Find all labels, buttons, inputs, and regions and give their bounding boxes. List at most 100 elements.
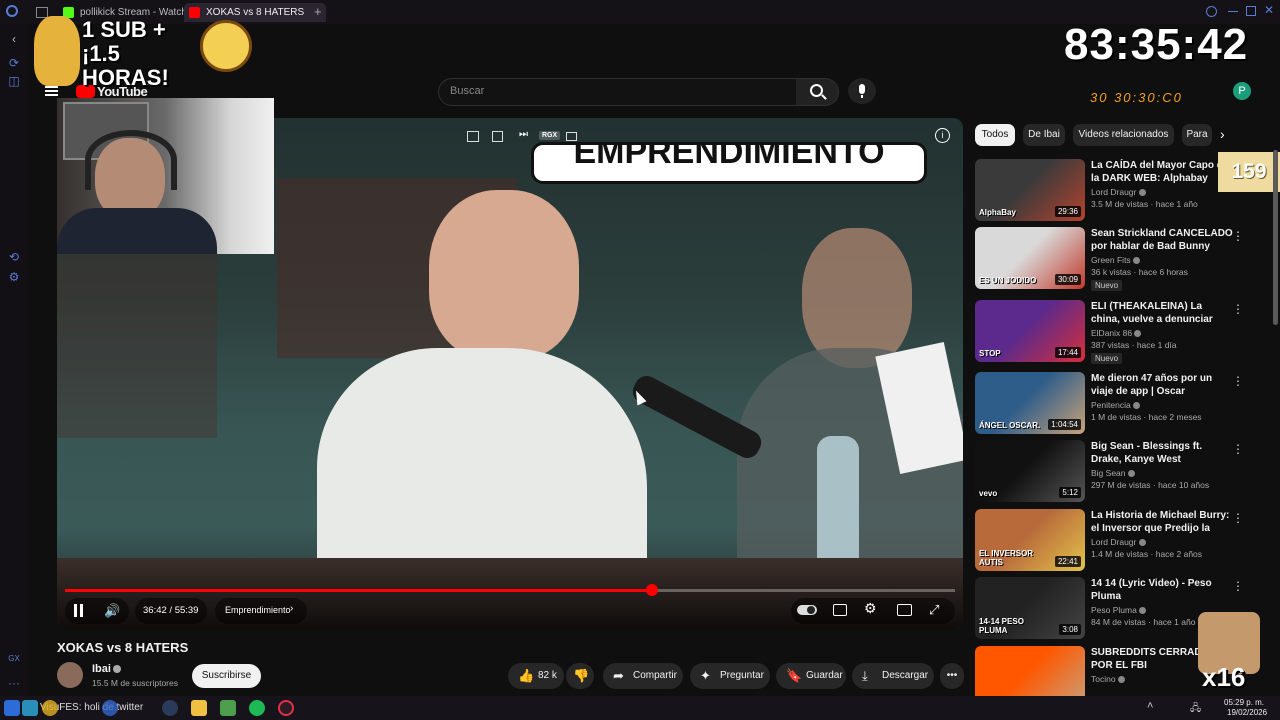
mascot-icon (34, 16, 80, 86)
recommendation-title[interactable]: Sean Strickland CANCELADO por hablar de … (1091, 227, 1233, 253)
pause-button[interactable] (73, 604, 85, 618)
video-thumbnail[interactable]: ÁNGEL OSCAR. 1:04:54 (975, 372, 1085, 434)
sidebar-reload-icon[interactable]: ⟳ (7, 56, 21, 70)
recommendation-title[interactable]: ELI (THEAKALEINA) La china, vuelve a den… (1091, 300, 1233, 326)
video-thumbnail[interactable]: vevo 5:12 (975, 440, 1085, 502)
video-thumbnail[interactable] (975, 646, 1085, 696)
more-actions-button[interactable]: ••• (940, 663, 964, 689)
recommendation-channel[interactable]: Lord Draugr (1091, 537, 1146, 547)
sidebar-chat-icon[interactable]: ⟲ (7, 250, 21, 264)
recommendation-channel[interactable]: Penitencia (1091, 400, 1141, 410)
download-button[interactable]: ⤓ Descargar (852, 663, 934, 689)
miniplayer-icon[interactable] (467, 131, 479, 142)
close-window-icon[interactable]: ✕ (1264, 3, 1274, 17)
search-tabs-icon[interactable] (1206, 6, 1217, 17)
video-thumbnail[interactable]: EL INVERSOR AUTIS 22:41 (975, 509, 1085, 571)
recommendation-channel[interactable]: Tocino (1091, 674, 1125, 684)
recommendation-item[interactable]: EL INVERSOR AUTIS 22:41 La Historia de Mic… (975, 509, 1265, 571)
video-thumbnail[interactable]: AlphaBay 29:36 (975, 159, 1085, 221)
scrollbar[interactable] (1273, 150, 1278, 325)
share-button[interactable]: ➦ Compartir (603, 663, 683, 689)
recommendation-channel[interactable]: Big Sean (1091, 468, 1135, 478)
spotify-icon[interactable] (249, 700, 265, 716)
taskbar-date[interactable]: 19/02/2026 (1227, 708, 1267, 717)
more-vertical-icon[interactable]: ⋮ (1232, 579, 1244, 593)
recommendation-channel[interactable]: ElDanix 86 (1091, 328, 1142, 338)
chips-next-icon[interactable]: › (1220, 126, 1225, 142)
recommendation-title[interactable]: La CAÍDA del Mayor Capo de la DARK WEB: … (1091, 159, 1233, 185)
theater-icon[interactable] (566, 132, 577, 141)
progress-bar[interactable] (65, 584, 955, 596)
back-icon[interactable]: ‹ (7, 32, 21, 46)
browser-sidebar: ‹ ⟳ ◫ ⟲ ⚙ GX ··· (0, 24, 28, 696)
recommendation-item[interactable]: vevo 5:12 Big Sean - Blessings ft. Drake, … (975, 440, 1265, 502)
channel-name[interactable]: Ibai (92, 663, 111, 675)
sidebar-settings-icon[interactable]: ⚙ (7, 270, 21, 284)
more-vertical-icon[interactable]: ⋮ (1232, 511, 1244, 525)
recommendation-title[interactable]: La Historia de Michael Burry: el Inverso… (1091, 509, 1233, 535)
opera-gx-icon[interactable] (278, 700, 294, 716)
edge-icon[interactable] (102, 700, 118, 716)
video-thumbnail[interactable]: 14-14 PESO PLUMA 3:08 (975, 577, 1085, 639)
subtitles-icon[interactable] (833, 604, 847, 616)
account-avatar[interactable]: P (1233, 82, 1251, 100)
network-icon[interactable]: 🖧 (1190, 701, 1201, 718)
fullscreen-icon[interactable]: ⤢ (929, 602, 939, 618)
chrome-icon[interactable] (42, 700, 58, 716)
settings-gear-icon[interactable]: ⚙ (864, 600, 877, 617)
recommendation-channel[interactable]: Peso Pluma (1091, 605, 1147, 615)
recommendation-title[interactable]: 14 14 (Lyric Video) - Peso Pluma (1091, 577, 1233, 603)
sidebar-more-icon[interactable]: ··· (7, 676, 21, 690)
ask-button[interactable]: ✦ Preguntar (690, 663, 770, 689)
more-vertical-icon[interactable]: ⋮ (1232, 442, 1244, 456)
banner-text: 1 SUB + ¡1.5 HORAS! (82, 17, 169, 90)
tray-chevron-icon[interactable]: ˄ (1147, 700, 1153, 712)
search-input[interactable]: Buscar (438, 78, 798, 106)
steam-icon[interactable] (162, 700, 178, 716)
volume-icon[interactable]: 🔊 (104, 603, 120, 619)
search-button[interactable] (796, 78, 839, 106)
start-icon[interactable] (4, 700, 20, 716)
recommendation-channel[interactable]: Green Fits (1091, 255, 1141, 265)
taskbar-clock[interactable]: 05:29 p. m. (1224, 698, 1264, 707)
video-caption-text: EMPRENDIMIENTO (573, 142, 885, 171)
webcam-headphones (85, 130, 177, 190)
video-thumbnail[interactable]: ES UN JODIDO 30:09 (975, 227, 1085, 289)
chip-videos-relacionados[interactable]: Videos relacionados (1073, 124, 1174, 146)
sidebar-bag-icon[interactable]: ◫ (7, 74, 21, 88)
quality-badge[interactable]: RGX (539, 131, 561, 140)
sidebar-games-icon[interactable]: GX (7, 652, 21, 666)
chip-todos[interactable]: Todos (975, 124, 1015, 146)
channel-avatar[interactable] (57, 662, 83, 688)
recommendation-item[interactable]: STOP 17:44 ELI (THEAKALEINA) La china, vue… (975, 300, 1265, 364)
subscribe-button[interactable]: Suscribirse (192, 664, 261, 688)
new-tab-button[interactable]: + (314, 4, 322, 19)
voice-search-button[interactable] (848, 78, 876, 104)
file-explorer-icon[interactable] (191, 700, 207, 716)
recommendation-item[interactable]: ES UN JODIDO 30:09 Sean Strickland CANCELA… (975, 227, 1265, 291)
widgets-icon[interactable] (22, 700, 38, 716)
minimize-icon[interactable] (1228, 11, 1238, 12)
cast-icon[interactable] (492, 131, 503, 142)
info-icon[interactable]: i (935, 128, 950, 143)
maximize-icon[interactable] (1246, 6, 1256, 16)
chip-de-ibai[interactable]: De Ibai (1023, 124, 1065, 146)
video-thumbnail[interactable]: STOP 17:44 (975, 300, 1085, 362)
like-button[interactable]: 👍 82 k (508, 663, 564, 689)
chip-para[interactable]: Para (1182, 124, 1212, 146)
dislike-button[interactable]: 👎 (566, 663, 594, 689)
more-vertical-icon[interactable]: ⋮ (1232, 302, 1244, 316)
autoplay-toggle[interactable] (797, 605, 817, 615)
save-button[interactable]: 🔖 Guardar (776, 663, 846, 689)
thumbs-up-icon: 👍 (518, 668, 535, 683)
more-vertical-icon[interactable]: ⋮ (1232, 229, 1244, 243)
theater-mode-icon[interactable] (897, 604, 912, 616)
more-vertical-icon[interactable]: ⋮ (1232, 374, 1244, 388)
recommendation-channel[interactable]: Lord Draugr (1091, 187, 1146, 197)
recommendation-item[interactable]: ÁNGEL OSCAR. 1:04:54 Me dieron 47 años por… (975, 372, 1265, 434)
xbox-controller-icon[interactable] (220, 700, 236, 716)
browser-menu-icon[interactable] (6, 5, 18, 17)
recommendation-title[interactable]: Big Sean - Blessings ft. Drake, Kanye We… (1091, 440, 1233, 466)
next-chapter-icon[interactable]: ⏭ (519, 129, 528, 140)
recommendation-title[interactable]: Me dieron 47 años por un viaje de app | … (1091, 372, 1233, 398)
